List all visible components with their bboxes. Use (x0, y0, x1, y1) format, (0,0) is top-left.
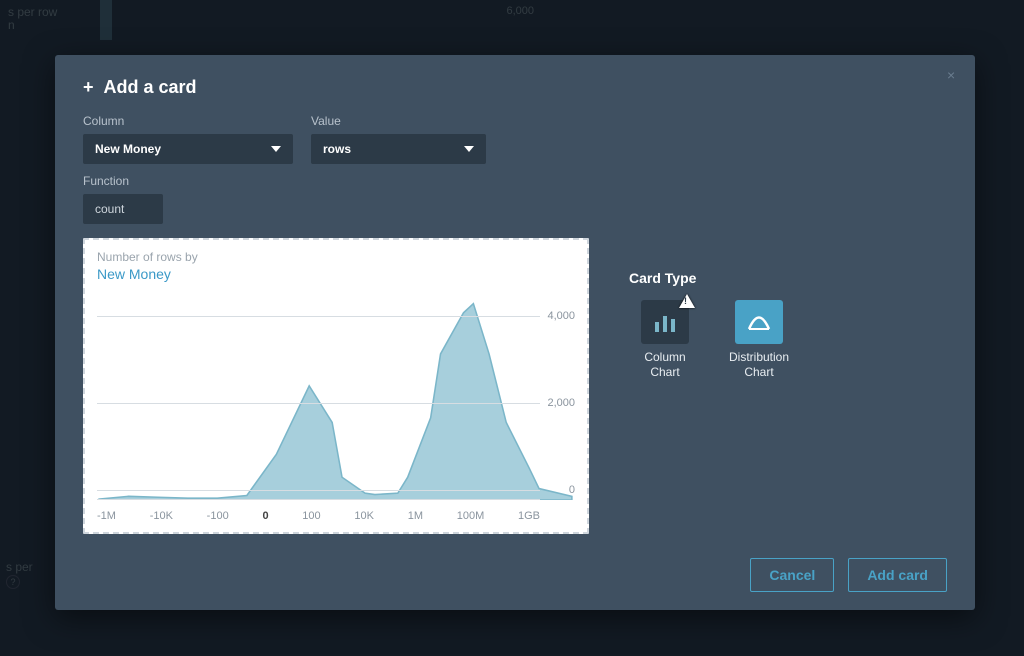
gridline (97, 490, 540, 491)
value-field-label: Value (311, 114, 486, 128)
add-card-modal: × + Add a card Column New Money Value ro… (55, 55, 975, 610)
preview-caption: Number of rows by (97, 250, 575, 264)
warning-icon (679, 294, 695, 308)
modal-title: + Add a card (83, 77, 947, 98)
x-tick-label: -10K (150, 510, 173, 522)
chevron-down-icon (464, 146, 474, 152)
close-icon[interactable]: × (947, 67, 961, 81)
card-type-section: Card Type Column Chart (629, 238, 795, 534)
chevron-down-icon (271, 146, 281, 152)
y-tick-label: 2,000 (547, 397, 575, 409)
card-type-distribution-label: Distribution Chart (723, 350, 795, 380)
x-tick-label: -1M (97, 510, 116, 522)
function-field-label: Function (83, 174, 947, 188)
x-tick-label: 10K (354, 510, 374, 522)
card-type-title: Card Type (629, 270, 795, 286)
card-type-column-label: Column Chart (629, 350, 701, 380)
x-tick-label: 0 (262, 510, 268, 522)
chart-preview: Number of rows by New Money 02,0004,000 … (83, 238, 589, 534)
distribution-chart-icon (746, 312, 772, 332)
y-tick-label: 4,000 (547, 310, 575, 322)
x-tick-label: 1GB (518, 510, 540, 522)
plus-icon: + (83, 77, 94, 98)
column-select-value: New Money (95, 142, 161, 156)
distribution-chart: 02,0004,000 -1M-10K-100010010K1M100M1GB (97, 290, 575, 500)
preview-series-name: New Money (97, 266, 575, 282)
y-tick-label: 0 (569, 484, 575, 496)
gridline (97, 316, 540, 317)
x-tick-label: 1M (408, 510, 423, 522)
modal-title-text: Add a card (104, 77, 197, 98)
column-select[interactable]: New Money (83, 134, 293, 164)
gridline (97, 403, 540, 404)
function-select-value: count (95, 202, 124, 216)
cancel-button[interactable]: Cancel (750, 558, 834, 592)
value-select-value: rows (323, 142, 351, 156)
x-tick-label: -100 (207, 510, 229, 522)
function-select[interactable]: count (83, 194, 163, 224)
x-tick-label: 100 (302, 510, 320, 522)
add-card-button[interactable]: Add card (848, 558, 947, 592)
card-type-distribution-chart[interactable]: Distribution Chart (723, 300, 795, 380)
x-tick-label: 100M (457, 510, 485, 522)
card-type-column-chart[interactable]: Column Chart (629, 300, 701, 380)
column-field-label: Column (83, 114, 293, 128)
column-chart-icon (653, 312, 677, 332)
value-select[interactable]: rows (311, 134, 486, 164)
